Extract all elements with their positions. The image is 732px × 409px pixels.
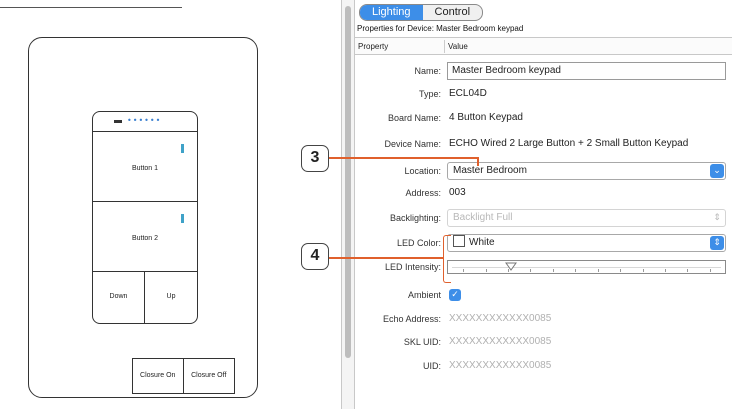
tab-lighting[interactable]: Lighting <box>360 5 423 20</box>
property-row-board-name: Board Name: 4 Button Keypad <box>355 107 732 129</box>
slider-tick <box>687 269 688 272</box>
board-name-value: 4 Button Keypad <box>449 112 523 123</box>
slider-thumb[interactable] <box>505 262 517 271</box>
closure-off-button[interactable]: Closure Off <box>184 359 235 393</box>
up-down-chevron-icon: ⇕ <box>713 213 721 223</box>
column-header-property: Property <box>358 42 389 51</box>
keypad-up-label: Up <box>166 293 176 300</box>
echo-address-value: XXXXXXXXXXXX0085 <box>449 313 552 324</box>
property-row-uid: UID: XXXXXXXXXXXX0085 <box>355 355 732 377</box>
status-dots: •••••• <box>127 116 162 125</box>
keypad-button-1[interactable]: Button 1 <box>93 132 197 202</box>
backlighting-select-value: Backlight Full <box>453 212 513 223</box>
device-name-value: ECHO Wired 2 Large Button + 2 Small Butt… <box>449 138 689 149</box>
property-label: Device Name: <box>384 139 441 149</box>
keypad-down-label: Down <box>109 293 128 300</box>
ambient-checkbox[interactable]: ✓ <box>449 289 461 301</box>
up-down-chevron-icon[interactable]: ⇕ <box>710 236 724 250</box>
slider-tick <box>598 269 599 272</box>
property-row-backlighting: Backlighting: Backlight Full ⇕ <box>355 207 732 229</box>
property-label: Echo Address: <box>382 314 441 324</box>
property-label: LED Intensity: <box>384 262 441 272</box>
led-color-value: White <box>469 237 495 248</box>
callout-4: 4 <box>301 243 329 270</box>
property-label: SKL UID: <box>403 337 441 347</box>
keypad-down-button[interactable]: Down <box>93 272 145 323</box>
led-indicator-icon <box>181 144 184 153</box>
led-intensity-slider[interactable] <box>447 260 726 274</box>
property-row-type: Type: ECL04D <box>355 83 732 105</box>
callout-4-bracket <box>443 235 451 283</box>
keypad-button-1-label: Button 1 <box>131 165 159 172</box>
chevron-down-icon[interactable]: ⌄ <box>710 164 724 178</box>
property-row-ambient: Ambient ✓ <box>355 284 732 306</box>
slider-tick <box>710 269 711 272</box>
slider-tick <box>575 269 576 272</box>
property-row-address: Address: 003 <box>355 182 732 204</box>
column-divider <box>444 40 445 53</box>
type-value: ECL04D <box>449 88 487 99</box>
keypad-device: •••••• Button 1 Button 2 Down Up <box>92 111 198 324</box>
slider-tick <box>508 269 509 272</box>
uid-value: XXXXXXXXXXXX0085 <box>449 360 552 371</box>
slider-tick <box>620 269 621 272</box>
property-row-echo-address: Echo Address: XXXXXXXXXXXX0085 <box>355 308 732 330</box>
property-row-location: Location: Master Bedroom ⌄ <box>355 160 732 182</box>
location-select[interactable]: Master Bedroom ⌄ <box>447 162 726 180</box>
color-swatch <box>453 235 465 247</box>
column-header-value: Value <box>448 42 468 51</box>
location-select-value: Master Bedroom <box>453 165 527 176</box>
keypad-button-2[interactable]: Button 2 <box>93 202 197 272</box>
property-label: Board Name: <box>387 113 441 123</box>
table-header: Property Value <box>355 37 732 55</box>
slider-tick <box>486 269 487 272</box>
callout-4-line <box>329 257 443 259</box>
skl-uid-value: XXXXXXXXXXXX0085 <box>449 336 552 347</box>
status-bar-icon <box>114 120 122 123</box>
properties-title: Properties for Device: Master Bedroom ke… <box>357 24 524 33</box>
keypad-status-strip: •••••• <box>93 112 197 132</box>
slider-tick <box>643 269 644 272</box>
callout-3: 3 <box>301 145 329 172</box>
vertical-scrollbar[interactable] <box>341 0 355 409</box>
property-label: LED Color: <box>396 238 441 248</box>
tab-control[interactable]: Control <box>423 5 482 20</box>
keypad-up-button[interactable]: Up <box>145 272 197 323</box>
slider-tick <box>553 269 554 272</box>
tab-bar: Lighting Control <box>359 4 484 21</box>
top-divider <box>0 0 182 8</box>
led-color-select[interactable]: White ⇕ <box>447 234 726 252</box>
property-label: Backlighting: <box>389 213 441 223</box>
keypad-preview-pane: •••••• Button 1 Button 2 Down Up Closure… <box>0 0 340 409</box>
property-label: Ambient <box>407 290 441 300</box>
address-value: 003 <box>449 187 466 198</box>
scrollbar-thumb[interactable] <box>345 6 351 358</box>
closure-module: Closure On Closure Off <box>132 358 235 394</box>
property-label: Name: <box>414 66 441 76</box>
callout-3-line <box>329 157 478 159</box>
checkmark-icon: ✓ <box>451 290 459 300</box>
backlighting-select[interactable]: Backlight Full ⇕ <box>447 209 726 227</box>
keypad-button-2-label: Button 2 <box>131 235 159 242</box>
slider-tick <box>665 269 666 272</box>
property-row-led-intensity: LED Intensity: <box>355 256 732 278</box>
slider-tick <box>530 269 531 272</box>
property-label: UID: <box>423 361 441 371</box>
callout-3-drop <box>477 157 479 166</box>
name-field[interactable]: Master Bedroom keypad <box>447 62 726 80</box>
led-indicator-icon <box>181 214 184 223</box>
slider-tick <box>463 269 464 272</box>
closure-on-button[interactable]: Closure On <box>133 359 184 393</box>
property-label: Location: <box>404 166 441 176</box>
property-label: Type: <box>418 89 441 99</box>
property-row-device-name: Device Name: ECHO Wired 2 Large Button +… <box>355 133 732 155</box>
properties-panel: Lighting Control Properties for Device: … <box>355 0 732 409</box>
property-row-name: Name: Master Bedroom keypad <box>355 60 732 82</box>
property-label: Address: <box>405 188 441 198</box>
slider-track <box>452 267 721 268</box>
property-row-skl-uid: SKL UID: XXXXXXXXXXXX0085 <box>355 331 732 353</box>
property-row-led-color: LED Color: White ⇕ <box>355 232 732 254</box>
